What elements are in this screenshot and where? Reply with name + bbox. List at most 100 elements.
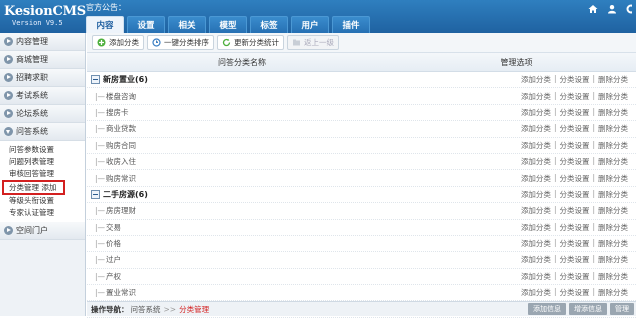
add-subcategory-link[interactable]: 添加分类 — [521, 222, 551, 233]
tab-related[interactable]: 相关 — [168, 16, 206, 33]
delete-category-link[interactable]: 删除分类 — [598, 107, 628, 118]
table-row: 二手房源 (6) 添加分类 | 分类设置 | 删除分类 — [87, 187, 636, 204]
submenu-review-answers[interactable]: 审核回答管理 — [0, 168, 85, 180]
delete-category-link[interactable]: 删除分类 — [598, 123, 628, 134]
submenu-category-manage[interactable]: 分类管理 添加 — [2, 180, 65, 195]
column-header-actions: 管理选项 — [500, 57, 533, 67]
extra-info-button[interactable]: 增添信息 — [569, 303, 607, 315]
separator: | — [592, 123, 595, 133]
add-category-button[interactable]: 添加分类 — [92, 35, 144, 50]
category-settings-link[interactable]: 分类设置 — [559, 254, 589, 265]
up-level-label: 返上一级 — [304, 38, 334, 47]
tree-line: |— — [95, 173, 106, 183]
category-settings-link[interactable]: 分类设置 — [559, 74, 589, 85]
category-settings-link[interactable]: 分类设置 — [559, 123, 589, 134]
add-info-button[interactable]: 添加信息 — [528, 303, 566, 315]
add-subcategory-link[interactable]: 添加分类 — [521, 238, 551, 249]
tab-plugins[interactable]: 插件 — [332, 16, 370, 33]
tab-settings[interactable]: 设置 — [127, 16, 165, 33]
add-subcategory-link[interactable]: 添加分类 — [521, 189, 551, 200]
actions-cell: 添加分类|分类设置|删除分类 — [417, 123, 636, 134]
add-subcategory-link[interactable]: 添加分类 — [521, 254, 551, 265]
sidebar-item-jobs[interactable]: 招聘求职 — [0, 69, 85, 87]
separator: | — [592, 172, 595, 182]
delete-category-link[interactable]: 删除分类 — [598, 205, 628, 216]
category-settings-link[interactable]: 分类设置 — [559, 189, 589, 200]
category-settings-link[interactable]: 分类设置 — [559, 107, 589, 118]
category-settings-link[interactable]: 分类设置 — [559, 238, 589, 249]
up-level-button[interactable]: 返上一级 — [287, 35, 339, 50]
category-name-cell: |— 置业常识 — [87, 287, 417, 298]
sidebar-item-label: 问答系统 — [16, 127, 48, 136]
tab-model[interactable]: 模型 — [209, 16, 247, 33]
delete-category-link[interactable]: 删除分类 — [598, 238, 628, 249]
sidebar-item-exam[interactable]: 考试系统 — [0, 87, 85, 105]
actions-cell: 添加分类|分类设置|删除分类 — [417, 107, 636, 118]
bottom-nav-bar: 操作导航： 问答系统 >> 分类管理 添加信息 增添信息 管理 — [87, 301, 636, 316]
delete-category-link[interactable]: 删除分类 — [598, 140, 628, 151]
delete-category-link[interactable]: 删除分类 — [598, 74, 628, 85]
separator: | — [592, 221, 595, 231]
update-stats-button[interactable]: 更新分类统计 — [217, 35, 284, 50]
delete-category-link[interactable]: 删除分类 — [598, 91, 628, 102]
table-row: |— 置业常识 添加分类 | 分类设置 | 删除分类 — [87, 285, 636, 302]
delete-category-link[interactable]: 删除分类 — [598, 156, 628, 167]
submenu-rank-titles[interactable]: 等级头衔设置 — [0, 195, 85, 207]
tree-line: |— — [95, 107, 106, 117]
category-settings-link[interactable]: 分类设置 — [559, 140, 589, 151]
table-row: |— 产权 添加分类 | 分类设置 | 删除分类 — [87, 269, 636, 286]
category-name: 产权 — [106, 271, 122, 281]
delete-category-link[interactable]: 删除分类 — [598, 271, 628, 282]
collapse-toggle-icon[interactable] — [91, 75, 100, 85]
category-settings-link[interactable]: 分类设置 — [559, 271, 589, 282]
manage-button[interactable]: 管理 — [610, 303, 634, 315]
sidebar-item-shop[interactable]: 商城管理 — [0, 51, 85, 69]
add-subcategory-link[interactable]: 添加分类 — [521, 123, 551, 134]
sidebar-item-content[interactable]: 内容管理 — [0, 33, 85, 51]
add-subcategory-link[interactable]: 添加分类 — [521, 287, 551, 298]
submenu-question-list[interactable]: 问题列表管理 — [0, 156, 85, 168]
delete-category-link[interactable]: 删除分类 — [598, 287, 628, 298]
sort-button[interactable]: 一键分类排序 — [147, 35, 214, 50]
add-subcategory-link[interactable]: 添加分类 — [521, 107, 551, 118]
tab-content[interactable]: 内容 — [86, 16, 124, 33]
category-settings-link[interactable]: 分类设置 — [559, 156, 589, 167]
delete-category-link[interactable]: 删除分类 — [598, 254, 628, 265]
separator: | — [553, 90, 557, 100]
add-subcategory-link[interactable]: 添加分类 — [521, 91, 551, 102]
delete-category-link[interactable]: 删除分类 — [598, 222, 628, 233]
add-subcategory-link[interactable]: 添加分类 — [521, 271, 551, 282]
delete-category-link[interactable]: 删除分类 — [598, 189, 628, 200]
collapse-toggle-icon[interactable] — [91, 189, 100, 199]
category-settings-link[interactable]: 分类设置 — [559, 173, 589, 184]
submenu-qa-params[interactable]: 问答参数设置 — [0, 144, 85, 156]
gear-icon[interactable] — [626, 4, 636, 17]
tree-line: |— — [95, 91, 106, 101]
delete-category-link[interactable]: 删除分类 — [598, 173, 628, 184]
add-subcategory-link[interactable]: 添加分类 — [521, 140, 551, 151]
refresh-icon — [222, 38, 231, 47]
category-settings-link[interactable]: 分类设置 — [559, 222, 589, 233]
sort-label: 一键分类排序 — [164, 38, 209, 47]
sidebar-item-label: 内容管理 — [16, 37, 48, 46]
notice-label[interactable]: 官方公告： — [86, 2, 126, 13]
tab-tags[interactable]: 标签 — [250, 16, 288, 33]
column-header-name: 问答分类名称 — [218, 57, 266, 67]
category-settings-link[interactable]: 分类设置 — [559, 287, 589, 298]
category-settings-link[interactable]: 分类设置 — [559, 205, 589, 216]
tab-users[interactable]: 用户 — [291, 16, 329, 33]
add-subcategory-link[interactable]: 添加分类 — [521, 156, 551, 167]
add-subcategory-link[interactable]: 添加分类 — [521, 205, 551, 216]
add-subcategory-link[interactable]: 添加分类 — [521, 173, 551, 184]
category-settings-link[interactable]: 分类设置 — [559, 91, 589, 102]
user-icon[interactable] — [607, 4, 617, 17]
sidebar-item-forum[interactable]: 论坛系统 — [0, 105, 85, 123]
sidebar-item-space[interactable]: 空间门户 — [0, 222, 85, 240]
separator: | — [592, 156, 595, 166]
add-subcategory-link[interactable]: 添加分类 — [521, 74, 551, 85]
submenu-expert-cert[interactable]: 专家认证管理 — [0, 207, 85, 219]
top-header: KesionCMS Version V9.5 官方公告： 内容 设置 相关 模型… — [0, 0, 636, 33]
sidebar-item-qa[interactable]: 问答系统 — [0, 123, 85, 141]
home-icon[interactable] — [588, 4, 598, 17]
breadcrumb-link[interactable]: 问答系统 — [131, 304, 161, 315]
